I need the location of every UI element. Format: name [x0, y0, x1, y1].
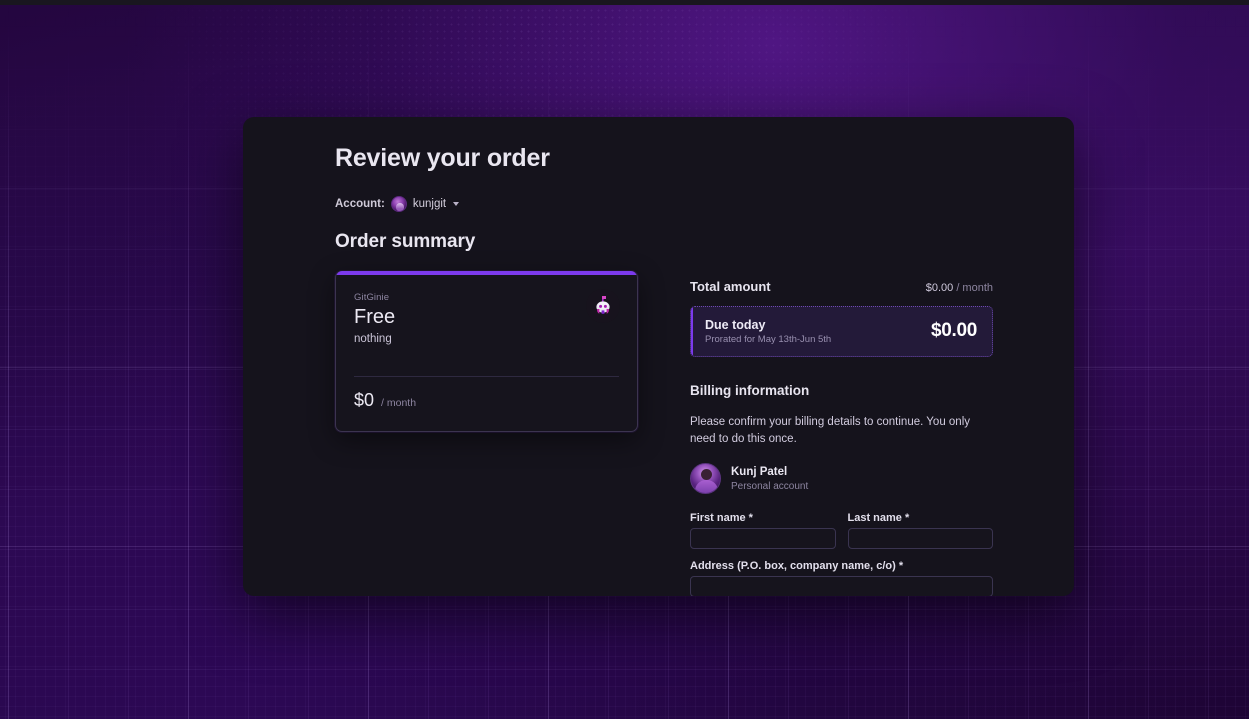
plan-card-body: GitGinie Free nothing: [336, 275, 637, 359]
billing-information-description: Please confirm your billing details to c…: [690, 416, 971, 445]
first-name-label: First name *: [690, 512, 753, 524]
total-amount-period: / month: [956, 281, 993, 294]
due-today-title: Due today: [705, 317, 766, 332]
gitginie-genie-icon: [586, 288, 620, 323]
billing-account-type: Personal account: [731, 480, 809, 492]
plan-price: $0: [354, 389, 375, 410]
review-order-modal: Review your order Account: kunjgit Order…: [243, 117, 1074, 596]
plan-card[interactable]: GitGinie Free nothing $0 / month: [335, 270, 638, 432]
total-amount-value: $0.00 / month: [926, 282, 993, 294]
plan-description: nothing: [354, 332, 392, 345]
name-fields-row: First name * Last name *: [690, 512, 993, 549]
last-name-group: Last name *: [847, 512, 993, 549]
plan-column: GitGinie Free nothing $0 / month: [335, 270, 638, 432]
plan-price-period: / month: [381, 396, 417, 409]
account-name: kunjgit: [412, 197, 447, 210]
due-today-amount: $0.00: [930, 320, 977, 342]
due-today-subtitle: Prorated for May 13th-Jun 5th: [705, 334, 832, 346]
order-summary-title: Order summary: [335, 230, 476, 252]
browser-top-bar: [0, 0, 1249, 5]
account-selector[interactable]: Account: kunjgit: [335, 195, 1028, 212]
billing-column: Total amount $0.00 / month Due today Pro…: [690, 271, 993, 596]
billing-account-text: Kunj Patel Personal account: [731, 465, 808, 492]
account-label: Account:: [335, 197, 385, 210]
billing-account-card: Kunj Patel Personal account: [690, 463, 993, 494]
plan-brand: GitGinie: [354, 291, 390, 303]
modal-content: Review your order Account: kunjgit Order…: [243, 117, 1074, 596]
last-name-input[interactable]: [847, 528, 993, 549]
address-line-1-group: Address (P.O. box, company name, c/o) *: [690, 560, 993, 596]
page-title: Review your order: [335, 144, 550, 172]
total-amount-row: Total amount $0.00 / month: [690, 279, 993, 294]
profile-photo-avatar: [690, 463, 721, 494]
billing-information-title: Billing information: [690, 383, 810, 399]
due-today-box: Due today Prorated for May 13th-Jun 5th …: [690, 305, 993, 358]
summary-columns: GitGinie Free nothing $0 / month Total a…: [335, 270, 1028, 596]
plan-price-row: $0 / month: [336, 377, 637, 431]
user-avatar-icon: [390, 195, 407, 212]
last-name-label: Last name *: [847, 512, 910, 524]
first-name-input[interactable]: [690, 528, 836, 549]
address-line-1-input[interactable]: [690, 576, 993, 596]
page-root: Review your order Account: kunjgit Order…: [0, 0, 1249, 719]
total-amount-label: Total amount: [690, 278, 771, 294]
due-today-text: Due today Prorated for May 13th-Jun 5th: [705, 318, 831, 346]
plan-name: Free: [354, 305, 396, 328]
chevron-down-icon[interactable]: [453, 201, 460, 206]
first-name-group: First name *: [690, 512, 836, 549]
total-amount-number: $0.00: [925, 281, 954, 294]
billing-account-name: Kunj Patel: [731, 466, 788, 479]
address-line-1-label: Address (P.O. box, company name, c/o) *: [690, 560, 904, 572]
